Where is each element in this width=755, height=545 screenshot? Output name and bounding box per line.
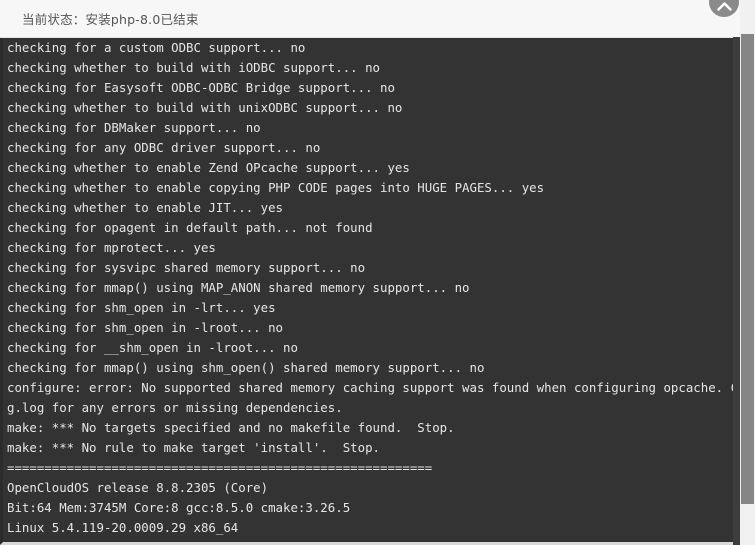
terminal-line: Linux 5.4.119-20.0009.29 x86_64 <box>7 520 239 535</box>
terminal-line: checking for a custom ODBC support... no <box>7 40 306 55</box>
terminal-line: checking for sysvipc shared memory suppo… <box>7 260 366 275</box>
terminal-line: ERROR: php-8.0.26 install failed. <box>7 538 755 542</box>
terminal-line: checking for mprotect... yes <box>7 240 216 255</box>
terminal-line: checking whether to build with unixODBC … <box>7 100 403 115</box>
scrollbar-thumb[interactable] <box>741 34 754 504</box>
vertical-scrollbar[interactable] <box>740 0 755 545</box>
terminal-line: checking for mmap() using shm_open() sha… <box>7 360 485 375</box>
terminal-line: OpenCloudOS release 8.8.2305 (Core) <box>7 480 269 495</box>
terminal-line: configure: error: No supported shared me… <box>7 380 755 395</box>
terminal-line: checking for DBMaker support... no <box>7 120 261 135</box>
terminal-line: Bit:64 Mem:3745M Core:8 gcc:8.5.0 cmake:… <box>7 500 351 515</box>
terminal-line: checking whether to enable JIT... yes <box>7 200 284 215</box>
terminal-line: checking for Easysoft ODBC-ODBC Bridge s… <box>7 80 395 95</box>
status-bar-text: 当前状态：安装php-8.0已结束 <box>22 12 199 27</box>
terminal-line: checking for any ODBC driver support... … <box>7 140 321 155</box>
terminal-line: checking for opagent in default path... … <box>7 220 373 235</box>
terminal-line: g.log for any errors or missing dependen… <box>7 400 343 415</box>
terminal-line: checking for __shm_open in -lroot... no <box>7 340 298 355</box>
terminal-line: checking whether to build with iODBC sup… <box>7 60 380 75</box>
terminal-line: make: *** No targets specified and no ma… <box>7 420 455 435</box>
chevron-up-icon <box>716 1 732 12</box>
terminal-output-panel[interactable]: checking for Empress Local Access suppor… <box>0 37 755 545</box>
terminal-line: ========================================… <box>7 460 433 475</box>
terminal-scroll-viewport[interactable]: checking for Empress Local Access suppor… <box>3 37 755 542</box>
terminal-right-gutter <box>733 37 740 545</box>
install-log-window: checking for Empress Local Access suppor… <box>0 0 755 545</box>
status-bar: 当前状态：安装php-8.0已结束 <box>0 0 740 38</box>
terminal-line: checking for shm_open in -lroot... no <box>7 320 284 335</box>
terminal-line: checking for mmap() using MAP_ANON share… <box>7 280 470 295</box>
terminal-line: checking for shm_open in -lrt... yes <box>7 300 276 315</box>
terminal-line: checking whether to enable copying PHP C… <box>7 180 545 195</box>
terminal-line: checking whether to enable Zend OPcache … <box>7 160 410 175</box>
terminal-log-lines: checking for Empress Local Access suppor… <box>3 37 755 542</box>
terminal-line: make: *** No rule to make target 'instal… <box>7 440 380 455</box>
